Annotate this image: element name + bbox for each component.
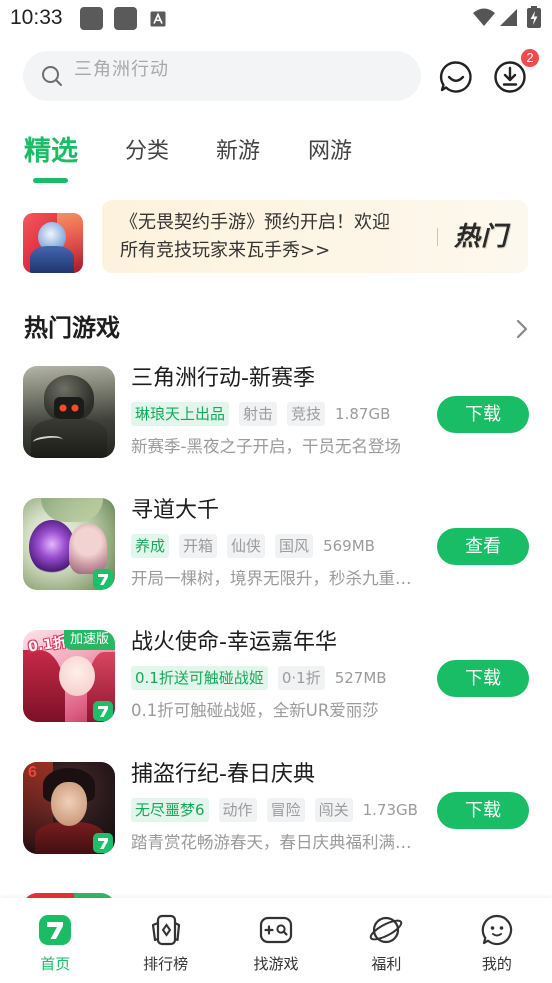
nav-label: 福利 xyxy=(371,955,402,973)
announcement-banner[interactable]: 《无畏契约手游》预约开启！欢迎 所有竞技玩家来瓦手秀>> 热门 xyxy=(102,200,528,273)
game-size: 1.73GB xyxy=(362,801,418,819)
download-button[interactable]: 下载 xyxy=(437,396,529,433)
game-tags: 琳琅天上出品 射击 竞技 1.87GB xyxy=(131,402,390,426)
section-title: 热门游戏 xyxy=(24,314,120,342)
game-tag: 仙侠 xyxy=(227,534,266,558)
game-tag: 0.1折送可触碰战姬 xyxy=(131,666,268,690)
icon-discount-overlay: 0.1折 xyxy=(27,634,68,656)
game-list-item[interactable]: 三角洲行动-新赛季 琳琅天上出品 射击 竞技 1.87GB 新赛季-黑夜之子开启… xyxy=(0,366,552,466)
app-screen: 10:33 三角洲行动 2 精选 分类 新游 网游 《无畏契约手游》预约开启！欢… xyxy=(0,0,552,983)
message-button[interactable] xyxy=(438,59,474,95)
banner-text-line: 所有竞技玩家来瓦手秀>> xyxy=(120,240,331,261)
game-description: 0.1折可触碰战姬，全新UR爱丽莎 xyxy=(131,701,379,720)
search-icon xyxy=(42,66,62,86)
keyboard-a-icon xyxy=(150,11,166,27)
game-icon[interactable]: 6 xyxy=(23,762,115,854)
icon-artwork xyxy=(54,397,84,419)
banner-hot-tag: 热门 xyxy=(454,222,509,252)
accelerated-version-badge: 加速版 xyxy=(63,630,115,650)
game-tag: 无尽噩梦6 xyxy=(131,798,209,822)
game-tag: 开箱 xyxy=(179,534,218,558)
nav-label: 找游戏 xyxy=(253,955,299,973)
view-button[interactable]: 查看 xyxy=(437,528,529,565)
notification-icon xyxy=(80,7,103,30)
game-tag: 琳琅天上出品 xyxy=(131,402,230,426)
game-list-item[interactable]: 6 捕盗行纪-春日庆典 无尽噩梦6 动作 冒险 闯关 1.73GB 踏青赏花畅游… xyxy=(0,762,552,862)
find-game-icon xyxy=(259,916,293,944)
nav-label: 排行榜 xyxy=(143,955,189,973)
tab-categories[interactable]: 分类 xyxy=(125,136,169,168)
game-tag: 国风 xyxy=(275,534,314,558)
game-title: 三角洲行动-新赛季 xyxy=(131,366,315,391)
active-tab-indicator xyxy=(33,178,68,183)
banner-text-line: 《无畏契约手游》预约开启！欢迎 xyxy=(120,212,390,233)
game-tags: 无尽噩梦6 动作 冒险 闯关 1.73GB xyxy=(131,798,418,822)
notification-icon xyxy=(114,7,137,30)
game-icon[interactable] xyxy=(23,498,115,590)
nav-ranking[interactable]: 排行榜 xyxy=(110,898,220,983)
game-tag: 动作 xyxy=(218,798,257,822)
icon-artwork xyxy=(51,782,87,826)
game-size: 569MB xyxy=(323,537,375,555)
download-button[interactable]: 下载 xyxy=(437,660,529,697)
game-size: 1.87GB xyxy=(335,405,391,423)
game-tag: 射击 xyxy=(239,402,278,426)
game-tag: 0·1折 xyxy=(277,666,325,690)
chevron-right-icon[interactable] xyxy=(515,319,529,339)
game-size: 527MB xyxy=(334,669,387,687)
brand-badge-icon xyxy=(93,569,113,589)
brand-badge-icon xyxy=(93,833,113,853)
nav-label: 我的 xyxy=(481,955,512,973)
bottom-navigation: 首页 排行榜 找游戏 福利 我的 xyxy=(0,898,552,983)
search-placeholder: 三角洲行动 xyxy=(74,59,169,80)
home-logo-icon xyxy=(39,915,72,945)
profile-face-icon xyxy=(481,914,512,946)
banner-game-icon[interactable] xyxy=(23,213,83,273)
game-tags: 0.1折送可触碰战姬 0·1折 527MB xyxy=(131,666,387,690)
game-title: 捕盗行纪-春日庆典 xyxy=(131,762,315,787)
game-title: 战火使命-幸运嘉年华 xyxy=(131,630,337,655)
game-description: 新赛季-黑夜之子开启，干员无名登场 xyxy=(131,437,401,456)
icon-number-overlay: 6 xyxy=(28,764,37,781)
game-list-item[interactable]: 寻道大千 养成 开箱 仙侠 国风 569MB 开局一棵树，境界无限升，秒杀九重…… xyxy=(0,498,552,598)
tab-new-games[interactable]: 新游 xyxy=(216,136,260,168)
nav-profile[interactable]: 我的 xyxy=(442,898,552,983)
game-title: 寻道大千 xyxy=(131,498,220,523)
nav-find-game[interactable]: 找游戏 xyxy=(221,898,331,983)
download-button[interactable]: 下载 xyxy=(437,792,529,829)
icon-artwork xyxy=(41,498,103,522)
game-list-item[interactable]: 0.1折 加速版 战火使命-幸运嘉年华 0.1折送可触碰战姬 0·1折 527M… xyxy=(0,630,552,730)
signal-icon xyxy=(500,9,517,26)
nav-home[interactable]: 首页 xyxy=(0,898,110,983)
tab-online-games[interactable]: 网游 xyxy=(308,136,352,168)
tab-featured[interactable]: 精选 xyxy=(24,136,78,168)
icon-artwork xyxy=(30,246,74,273)
game-tags: 养成 开箱 仙侠 国风 569MB xyxy=(131,534,375,558)
welfare-planet-icon xyxy=(370,916,403,944)
nav-label: 首页 xyxy=(40,955,71,973)
game-description: 踏青赏花畅游春天，春日庆典福利满… xyxy=(131,833,412,852)
game-icon[interactable]: 0.1折 加速版 xyxy=(23,630,115,722)
status-time: 10:33 xyxy=(10,6,63,29)
icon-artwork xyxy=(69,524,107,574)
ranking-icon xyxy=(151,914,180,946)
wifi-icon xyxy=(473,8,495,26)
game-description: 开局一棵树，境界无限升，秒杀九重… xyxy=(131,569,412,588)
download-count-badge: 2 xyxy=(519,47,541,69)
game-tag: 养成 xyxy=(131,534,170,558)
icon-artwork xyxy=(59,656,95,696)
game-tag: 竞技 xyxy=(287,402,326,426)
nav-welfare[interactable]: 福利 xyxy=(331,898,441,983)
icon-artwork xyxy=(23,650,65,722)
game-tag: 冒险 xyxy=(266,798,305,822)
battery-charging-icon xyxy=(527,6,541,28)
chat-smile-icon xyxy=(439,61,472,93)
search-bar[interactable]: 三角洲行动 xyxy=(23,51,421,101)
banner-divider xyxy=(437,228,438,246)
brand-badge-icon xyxy=(93,701,113,721)
game-tag: 闯关 xyxy=(314,798,353,822)
game-icon[interactable] xyxy=(23,366,115,458)
